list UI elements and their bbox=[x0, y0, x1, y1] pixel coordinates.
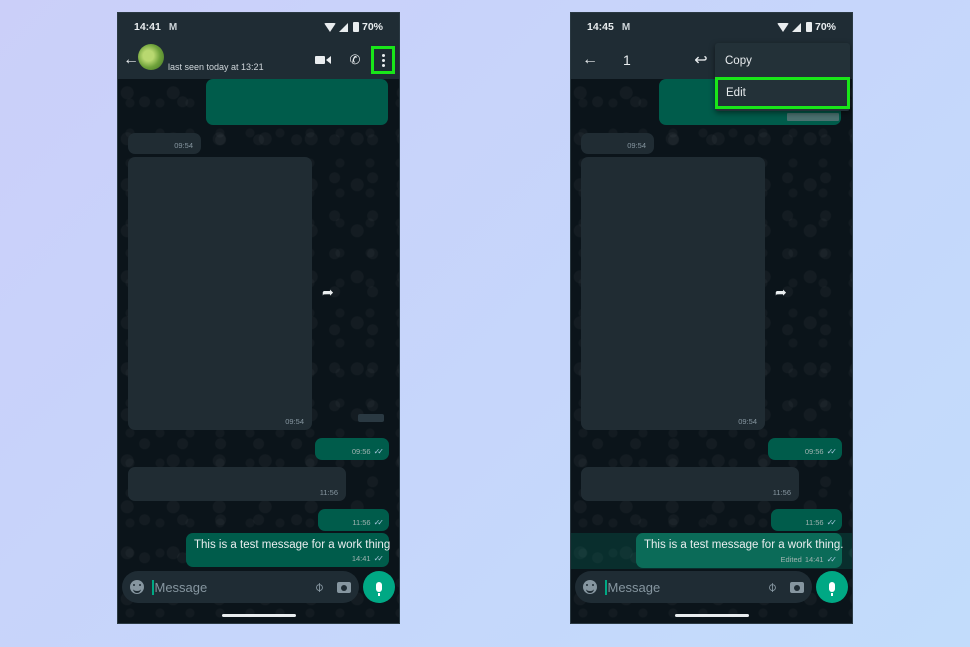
message-composer: ⌀ bbox=[575, 571, 812, 603]
chat-header: ← last seen today at 13:21 ✆ bbox=[118, 41, 399, 79]
read-ticks-icon: ✓✓ bbox=[373, 518, 385, 527]
camera-icon[interactable] bbox=[790, 581, 804, 593]
mic-icon bbox=[829, 582, 835, 596]
avatar[interactable] bbox=[138, 44, 164, 70]
menu-item-copy[interactable]: Copy bbox=[715, 45, 850, 77]
voice-message-button[interactable] bbox=[363, 571, 395, 603]
back-arrow-icon[interactable]: ← bbox=[579, 51, 601, 69]
video-call-icon[interactable] bbox=[307, 56, 339, 64]
message-time: 09:54 bbox=[627, 141, 646, 150]
gmail-icon: M bbox=[168, 21, 178, 33]
status-time: 14:41 bbox=[134, 21, 161, 33]
mic-icon bbox=[376, 582, 382, 596]
message-time: 09:56 ✓✓ bbox=[804, 447, 838, 456]
message-composer: ⌀ bbox=[122, 571, 359, 603]
message-bubble-outgoing[interactable]: 11:56 ✓✓ bbox=[318, 509, 389, 531]
wifi-icon bbox=[323, 22, 336, 32]
message-bubble-outgoing[interactable] bbox=[206, 79, 388, 125]
message-text: This is a test message for a work thing bbox=[194, 539, 391, 551]
message-time: 11:56 bbox=[319, 488, 338, 497]
status-bar: 14:45 M 70% bbox=[571, 13, 852, 41]
attach-icon[interactable]: ⌀ bbox=[311, 579, 328, 596]
dot bbox=[381, 63, 385, 67]
message-time: 14:41 ✓✓ bbox=[351, 554, 385, 563]
text-caret bbox=[605, 579, 607, 595]
message-input[interactable] bbox=[607, 579, 748, 595]
message-bubble-incoming[interactable]: 09:54 bbox=[128, 133, 201, 154]
redacted-strip bbox=[787, 113, 839, 121]
message-time: 09:54 bbox=[285, 417, 304, 426]
message-bubble-outgoing[interactable]: 09:56 ✓✓ bbox=[315, 438, 389, 460]
battery-icon bbox=[352, 22, 359, 32]
message-time: 09:54 bbox=[738, 417, 757, 426]
more-options-button[interactable] bbox=[371, 46, 395, 74]
read-ticks-icon: ✓✓ bbox=[826, 555, 838, 564]
message-bubble-incoming-media[interactable]: 09:54 bbox=[581, 157, 765, 430]
emoji-icon[interactable] bbox=[583, 580, 597, 594]
read-ticks-icon: ✓✓ bbox=[826, 447, 838, 456]
message-bubble-incoming[interactable]: 11:56 bbox=[128, 467, 346, 501]
wifi-icon bbox=[776, 22, 789, 32]
message-time: 11:56 bbox=[772, 488, 791, 497]
message-bubble-incoming-media[interactable]: 09:54 bbox=[128, 157, 312, 430]
read-ticks-icon: ✓✓ bbox=[373, 554, 385, 563]
forward-icon[interactable]: ➦ bbox=[322, 284, 334, 301]
overflow-menu: Copy Edit bbox=[715, 43, 850, 111]
message-bubble-outgoing-text-selected[interactable]: This is a test message for a work thing.… bbox=[636, 533, 844, 568]
gmail-icon: M bbox=[621, 21, 631, 33]
camera-icon[interactable] bbox=[337, 581, 351, 593]
message-bubble-incoming[interactable]: 11:56 bbox=[581, 467, 799, 501]
message-time: 09:54 bbox=[174, 141, 193, 150]
message-bubble-outgoing-text[interactable]: This is a test message for a work thing … bbox=[186, 533, 391, 567]
voice-message-button[interactable] bbox=[816, 571, 848, 603]
message-bubble-outgoing[interactable]: 09:56 ✓✓ bbox=[768, 438, 842, 460]
dot bbox=[381, 58, 385, 62]
selected-count: 1 bbox=[623, 52, 631, 68]
edited-label: Edited bbox=[780, 555, 802, 564]
dot bbox=[381, 53, 385, 57]
battery-percent: 70% bbox=[814, 21, 836, 33]
message-time: 11:56 ✓✓ bbox=[352, 518, 385, 527]
read-ticks-icon: ✓✓ bbox=[826, 518, 838, 527]
signal-icon bbox=[338, 22, 348, 32]
status-time: 14:45 bbox=[587, 21, 614, 33]
emoji-icon[interactable] bbox=[130, 580, 144, 594]
phone-screen-before: 14:41 M 70% ← last seen today at 13:21 ✆… bbox=[117, 12, 400, 624]
status-bar: 14:41 M 70% bbox=[118, 13, 399, 41]
battery-icon bbox=[805, 22, 812, 32]
voice-call-icon[interactable]: ✆ bbox=[339, 52, 371, 68]
message-meta: Edited 14:41 ✓✓ bbox=[780, 555, 838, 564]
message-time: 09:56 ✓✓ bbox=[351, 447, 385, 456]
message-bubble-outgoing[interactable]: 11:56 ✓✓ bbox=[771, 509, 842, 531]
text-caret bbox=[152, 579, 154, 595]
home-indicator[interactable] bbox=[674, 614, 749, 617]
forward-icon[interactable]: ➦ bbox=[775, 284, 787, 301]
redacted-chip bbox=[358, 414, 384, 422]
message-time: 11:56 ✓✓ bbox=[805, 518, 838, 527]
last-seen-status[interactable]: last seen today at 13:21 bbox=[168, 62, 264, 72]
menu-item-edit[interactable]: Edit bbox=[715, 77, 850, 109]
signal-icon bbox=[791, 22, 801, 32]
message-text: This is a test message for a work thing. bbox=[644, 539, 844, 551]
message-bubble-incoming[interactable]: 09:54 bbox=[581, 133, 654, 154]
message-input[interactable] bbox=[154, 579, 295, 595]
phone-screen-after: 14:45 M 70% ← 1 ↩ ★ 09:54 09:54 ➦ 09:56✓… bbox=[570, 12, 853, 624]
battery-percent: 70% bbox=[361, 21, 383, 33]
read-ticks-icon: ✓✓ bbox=[373, 447, 385, 456]
attach-icon[interactable]: ⌀ bbox=[764, 579, 781, 596]
reply-icon[interactable]: ↩ bbox=[683, 50, 719, 70]
home-indicator[interactable] bbox=[221, 614, 296, 617]
